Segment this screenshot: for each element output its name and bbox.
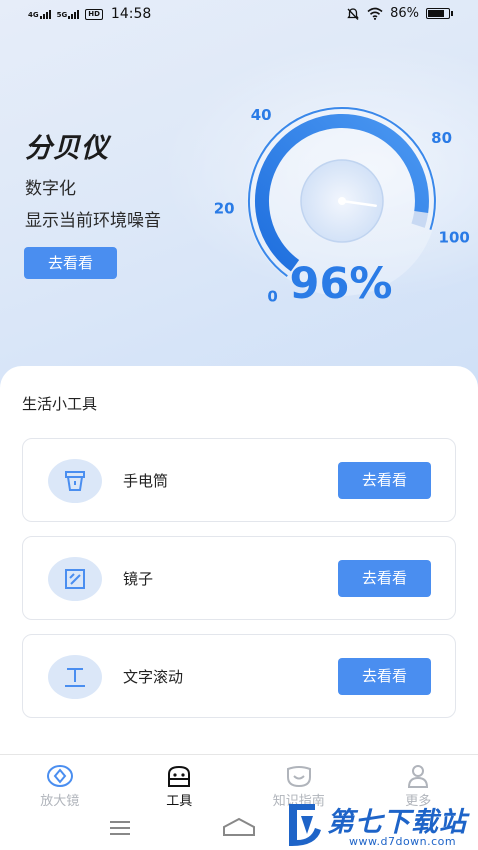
tab-label: 放大镜: [40, 794, 80, 809]
gauge-tick-label: 0: [267, 288, 277, 306]
person-icon: [408, 765, 429, 788]
signal-1: 4G: [28, 9, 51, 19]
status-left: 4G 5G HD 14:58: [28, 6, 151, 22]
flashlight-icon: [65, 471, 85, 491]
network-type-2: 5G: [56, 10, 68, 19]
battery-icon: [426, 8, 453, 19]
gauge-pivot: [338, 197, 346, 205]
gauge-tick-label: 40: [251, 106, 272, 124]
tool-card-text-scroll[interactable]: 文字滚动 去看看: [22, 634, 456, 718]
hd-badge: HD: [85, 8, 103, 20]
watermark-logo-icon: [289, 804, 321, 847]
decibel-gauge: 0 20 40 60 80 100 96%: [214, 90, 470, 309]
hero-description: 显示当前环境噪音: [25, 211, 161, 231]
tool-label: 文字滚动: [123, 668, 184, 686]
tool-icon-bg: [48, 459, 102, 503]
signal-bars-icon: [68, 9, 80, 19]
watermark-name: 第七下载站: [327, 807, 467, 838]
guide-icon: [286, 766, 311, 788]
hero-subtitle: 数字化: [25, 179, 76, 199]
gauge-tick-label: 80: [431, 129, 452, 147]
tool-icon-bg: [48, 655, 102, 699]
network-type-1: 4G: [28, 10, 39, 19]
tab-label: 工具: [166, 794, 193, 809]
tab-divider: [0, 754, 478, 755]
home-icon[interactable]: [222, 817, 256, 837]
tab-magnifier[interactable]: 放大镜: [0, 760, 120, 809]
tool-icon-bg: [48, 557, 102, 601]
battery-percent: 86%: [390, 6, 419, 21]
watermark-url: www.d7down.com: [349, 835, 457, 848]
mirror-icon: [65, 569, 85, 589]
tool-label: 手电筒: [123, 472, 169, 490]
signal-2: 5G: [56, 9, 80, 19]
section-title: 生活小工具: [22, 395, 98, 413]
tool-go-button[interactable]: 去看看: [338, 560, 431, 597]
tool-card-flashlight[interactable]: 手电筒 去看看: [22, 438, 456, 522]
tool-label: 镜子: [123, 570, 154, 588]
text-scroll-icon: [65, 668, 85, 687]
tools-panel: 生活小工具 手电筒 去看看 镜子 去看看 文字滚动 去看看: [0, 366, 478, 756]
tool-go-button[interactable]: 去看看: [338, 462, 431, 499]
status-time: 14:58: [110, 6, 152, 22]
tool-card-mirror[interactable]: 镜子 去看看: [22, 536, 456, 620]
signal-bars-icon: [39, 9, 51, 19]
gauge-tick-label: 20: [214, 199, 235, 217]
wifi-icon: [367, 7, 383, 20]
mute-icon: [347, 7, 359, 20]
tab-tools[interactable]: 工具: [120, 760, 240, 809]
menu-icon[interactable]: [108, 820, 132, 836]
hero-banner: 4G 5G HD 14:58 86% 分贝仪 数字化 显示当前环境噪音 去看看 …: [0, 0, 478, 400]
hero-title: 分贝仪: [25, 133, 109, 164]
status-bar: 4G 5G HD 14:58 86%: [0, 0, 478, 30]
tool-go-button[interactable]: 去看看: [338, 658, 431, 695]
magnifier-icon: [46, 765, 73, 787]
gauge-tick-label: 60: [346, 90, 367, 93]
battery-level: [428, 10, 445, 17]
gauge-tick-label: 100: [439, 229, 470, 247]
toolbox-icon: [168, 765, 191, 787]
watermark: 第七下载站 www.d7down.com: [285, 796, 478, 850]
gauge-value-text: 96%: [290, 259, 393, 309]
status-right: 86%: [346, 6, 453, 21]
hero-go-button[interactable]: 去看看: [24, 247, 117, 279]
